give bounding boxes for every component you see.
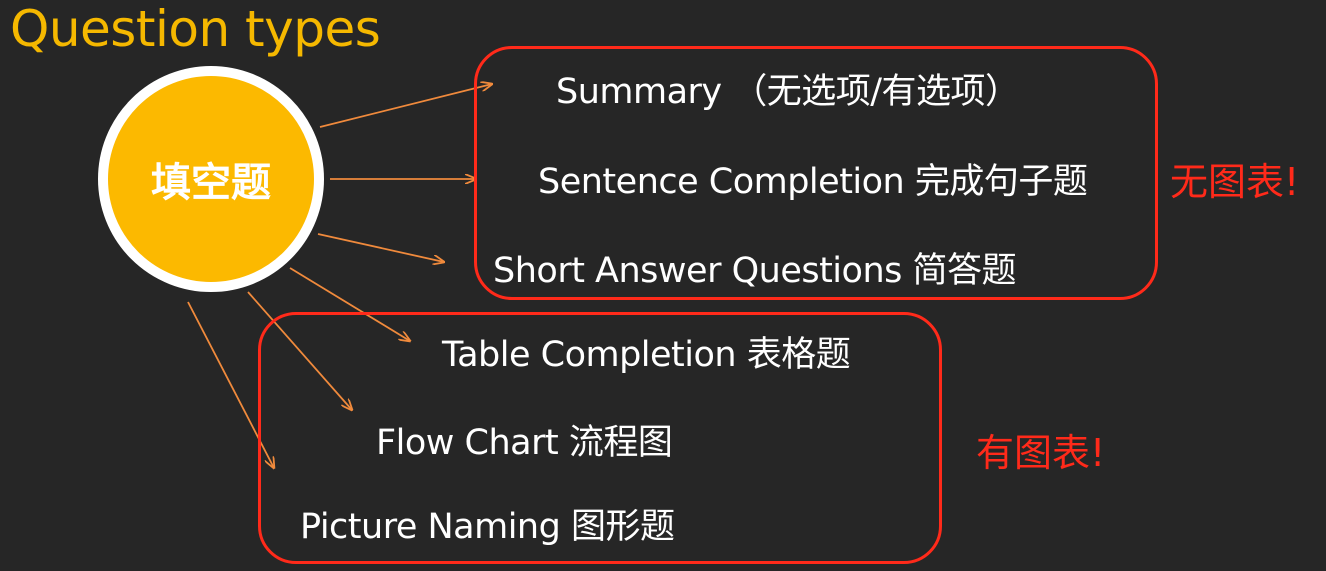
center-node-label: 填空题	[151, 160, 271, 206]
item-summary: Summary （无选项/有选项）	[556, 72, 1020, 112]
arrow-to-short-answer	[317, 233, 444, 262]
tag-with-chart: 有图表!	[976, 431, 1106, 475]
item-picture-naming: Picture Naming 图形题	[300, 507, 675, 547]
item-table-completion: Table Completion 表格题	[442, 335, 851, 375]
item-short-answer: Short Answer Questions 简答题	[493, 251, 1017, 291]
item-flow-chart: Flow Chart 流程图	[376, 423, 673, 463]
arrow-to-summary	[319, 84, 492, 128]
center-node: 填空题	[98, 66, 324, 292]
tag-no-chart: 无图表!	[1170, 160, 1300, 204]
item-sentence-completion: Sentence Completion 完成句子题	[538, 162, 1088, 202]
